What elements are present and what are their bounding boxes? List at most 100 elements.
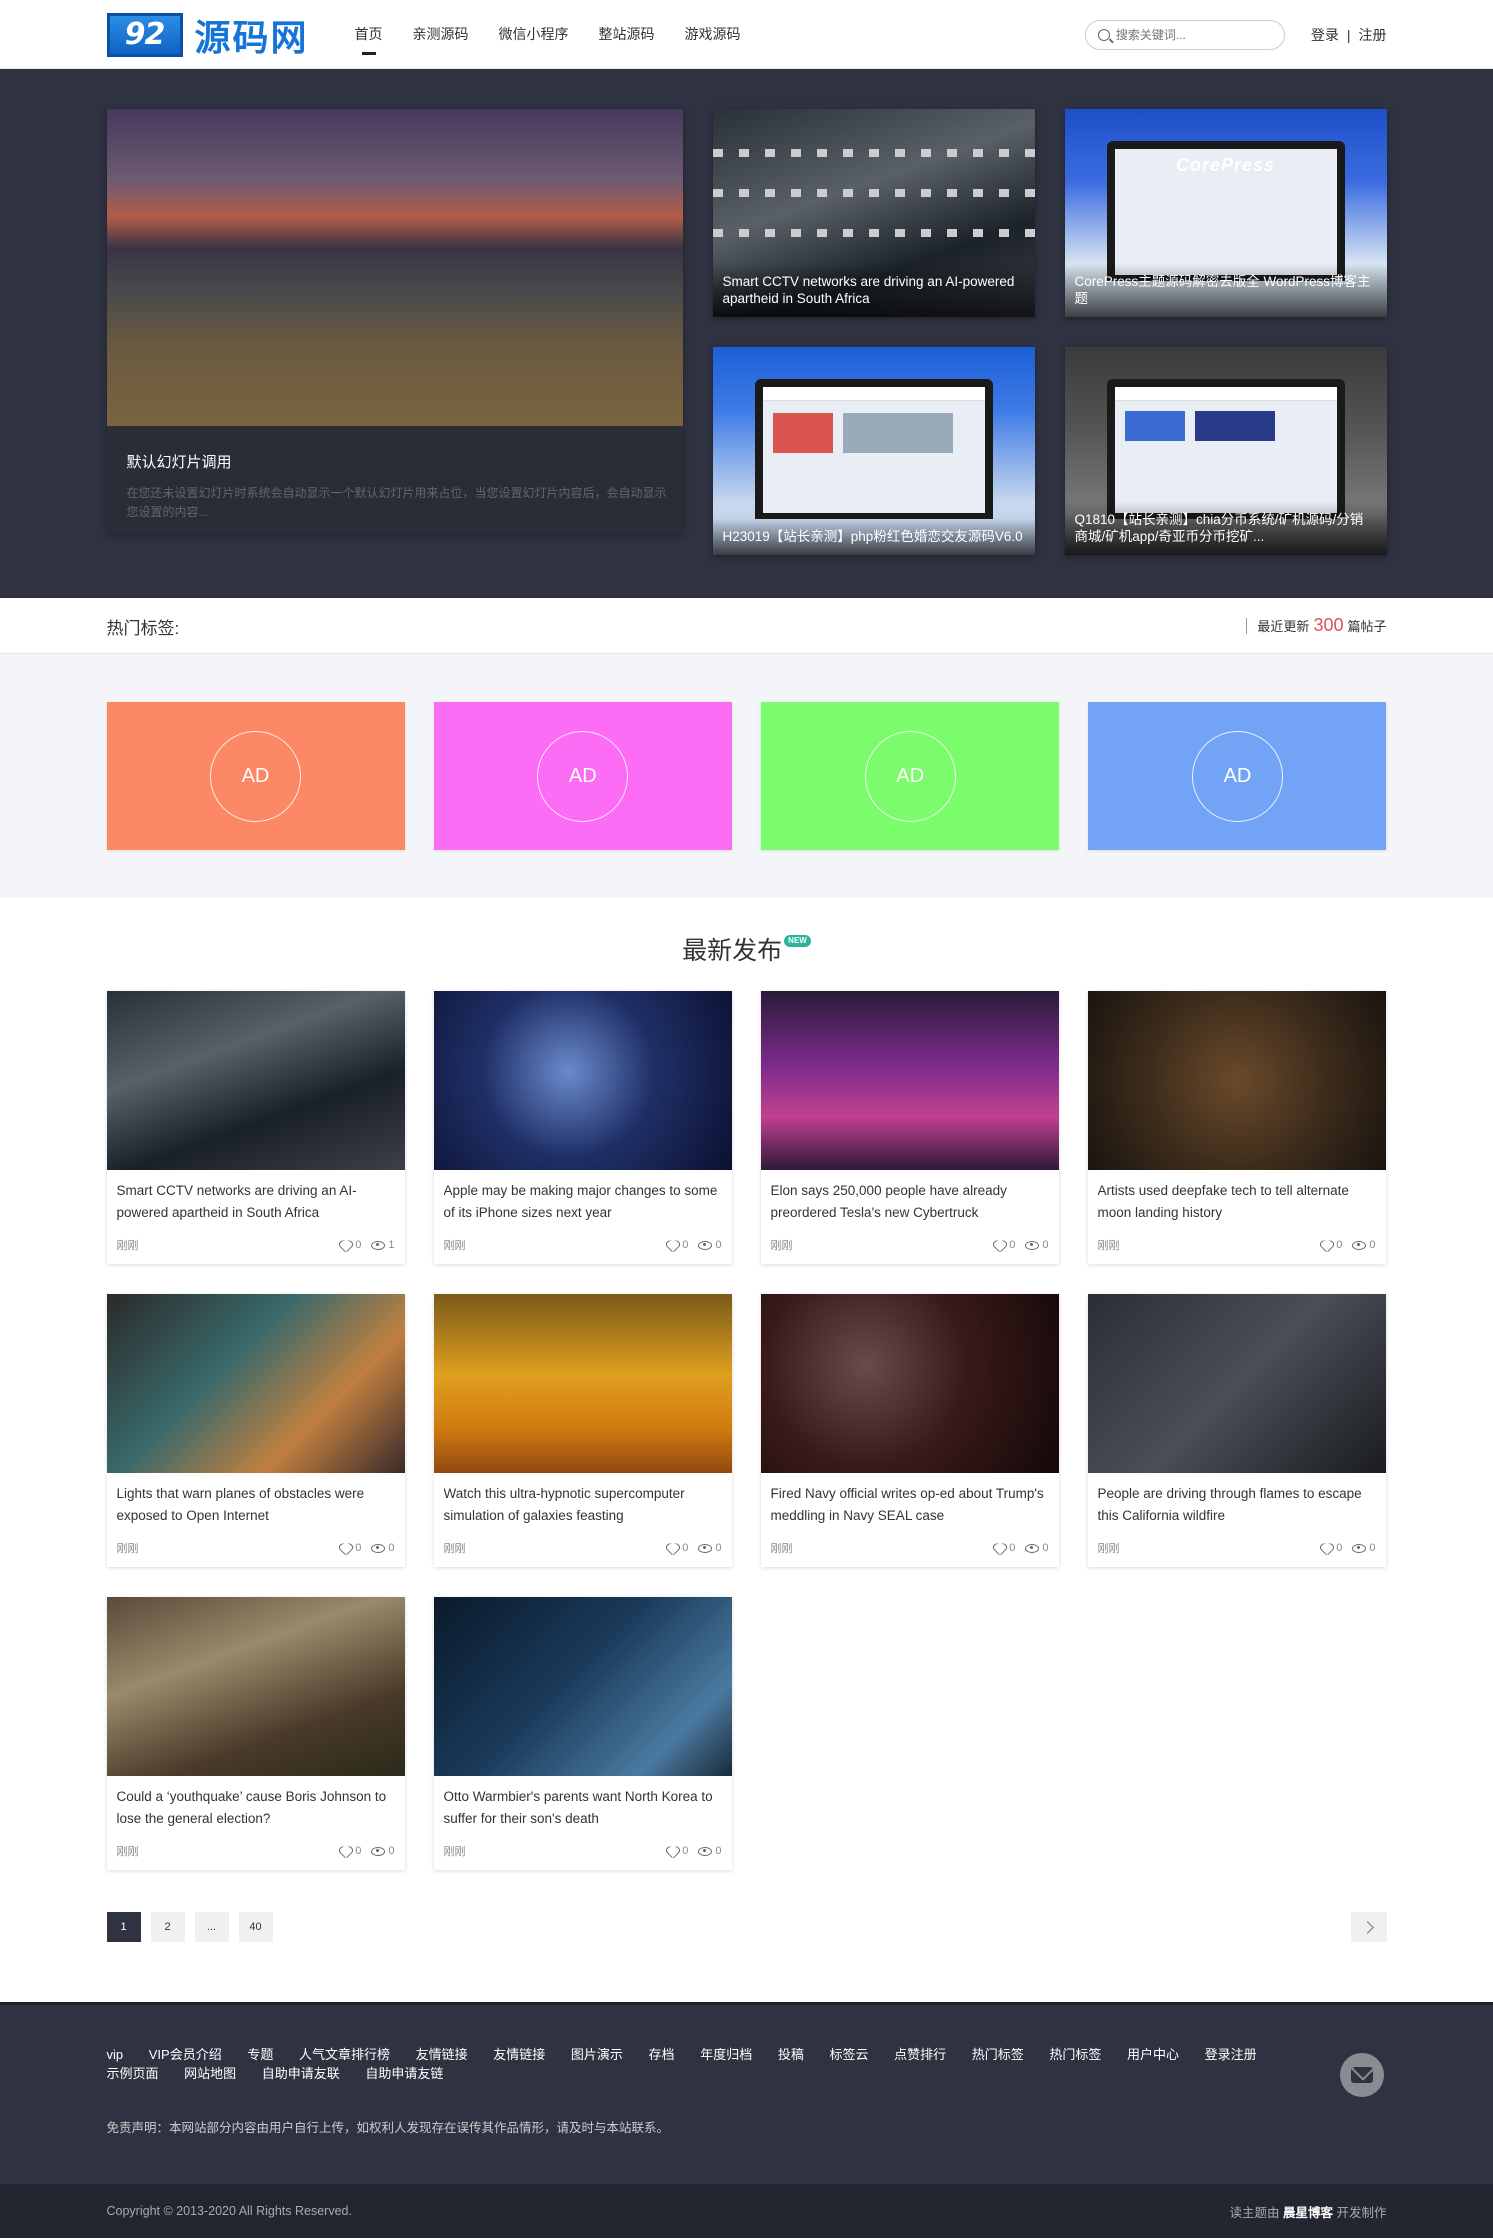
post-card[interactable]: Apple may be making major changes to som… bbox=[433, 991, 732, 1264]
post-card[interactable]: Artists used deepfake tech to tell alter… bbox=[1087, 991, 1386, 1264]
post-title[interactable]: Could a ‘youthquake’ cause Boris Johnson… bbox=[117, 1786, 395, 1830]
post-card[interactable]: People are driving through flames to esc… bbox=[1087, 1294, 1386, 1567]
post-title[interactable]: Smart CCTV networks are driving an AI-po… bbox=[117, 1180, 395, 1224]
post-time: 刚刚 bbox=[443, 1846, 466, 1858]
heart-icon[interactable] bbox=[1320, 1542, 1333, 1554]
post-thumbnail[interactable] bbox=[1087, 1294, 1386, 1473]
page-2[interactable]: 2 bbox=[150, 1912, 185, 1942]
post-title[interactable]: People are driving through flames to esc… bbox=[1098, 1483, 1376, 1527]
hero-card-caption: CorePress主题源码解密去版全 WordPress博客主题 bbox=[1064, 263, 1387, 317]
user-links: 登录 | 注册 bbox=[1311, 25, 1387, 45]
hero-card[interactable]: CorePress CorePress主题源码解密去版全 WordPress博客… bbox=[1064, 109, 1387, 317]
nav-item-game-source[interactable]: 游戏源码 bbox=[685, 0, 741, 69]
post-thumbnail[interactable] bbox=[433, 991, 732, 1170]
post-time: 刚刚 bbox=[770, 1240, 793, 1252]
post-meta: 刚刚 0 0 bbox=[771, 1237, 1049, 1253]
footer-link[interactable]: 标签云 bbox=[829, 2047, 868, 2062]
post-card[interactable]: Otto Warmbier's parents want North Korea… bbox=[433, 1597, 732, 1870]
footer-link[interactable]: 热门标签 bbox=[972, 2047, 1024, 2062]
post-thumbnail[interactable] bbox=[760, 991, 1059, 1170]
heart-icon[interactable] bbox=[339, 1239, 352, 1251]
heart-icon[interactable] bbox=[666, 1845, 679, 1857]
hero-card[interactable]: Q1810【站长亲测】chia分币系统/矿机源码/分销商城/矿机app/奇亚币分… bbox=[1064, 347, 1387, 555]
nav-item-tested-source[interactable]: 亲测源码 bbox=[413, 0, 469, 69]
hero-card[interactable]: Smart CCTV networks are driving an AI-po… bbox=[712, 109, 1035, 317]
footer-link[interactable]: 自助申请友联 bbox=[262, 2066, 340, 2081]
post-card[interactable]: Lights that warn planes of obstacles wer… bbox=[106, 1294, 405, 1567]
post-title[interactable]: Fired Navy official writes op-ed about T… bbox=[771, 1483, 1049, 1527]
heart-icon[interactable] bbox=[993, 1239, 1006, 1251]
footer-link[interactable]: 图片演示 bbox=[571, 2047, 623, 2062]
laptop-brand: CorePress bbox=[1175, 155, 1276, 175]
post-stats: 00 bbox=[993, 1542, 1048, 1554]
post-card[interactable]: Elon says 250,000 people have already pr… bbox=[760, 991, 1059, 1264]
footer-link[interactable]: 专题 bbox=[247, 2047, 273, 2062]
next-page-button[interactable] bbox=[1350, 1912, 1387, 1942]
ad-banner[interactable]: AD bbox=[433, 702, 732, 850]
post-title[interactable]: Apple may be making major changes to som… bbox=[444, 1180, 722, 1224]
search-box[interactable] bbox=[1084, 19, 1285, 50]
post-stats: 01 bbox=[339, 1239, 394, 1251]
theme-author-link[interactable]: 晨星博客 bbox=[1283, 2206, 1333, 2220]
post-card[interactable]: Smart CCTV networks are driving an AI-po… bbox=[106, 991, 405, 1264]
footer-link[interactable]: 存档 bbox=[649, 2047, 675, 2062]
footer-link[interactable]: 年度归档 bbox=[700, 2047, 752, 2062]
footer-link[interactable]: 友情链接 bbox=[493, 2047, 545, 2062]
hero-main-title[interactable]: 默认幻灯片调用 bbox=[127, 451, 663, 472]
contact-button[interactable] bbox=[1339, 2053, 1384, 2097]
footer-link[interactable]: 人气文章排行榜 bbox=[299, 2047, 390, 2062]
site-logo[interactable]: 92 源码网 bbox=[106, 9, 337, 61]
footer-link[interactable]: 投稿 bbox=[778, 2047, 804, 2062]
hero-card[interactable]: H23019【站长亲测】php粉红色婚恋交友源码V6.0 bbox=[712, 347, 1035, 555]
register-link[interactable]: 注册 bbox=[1359, 27, 1387, 43]
post-thumbnail[interactable] bbox=[433, 1597, 732, 1776]
post-thumbnail[interactable] bbox=[760, 1294, 1059, 1473]
footer-link[interactable]: 示例页面 bbox=[107, 2066, 159, 2081]
post-thumbnail[interactable] bbox=[433, 1294, 732, 1473]
post-meta: 刚刚 0 0 bbox=[771, 1540, 1049, 1556]
heart-icon[interactable] bbox=[1320, 1239, 1333, 1251]
nav-item-wechat-miniapp[interactable]: 微信小程序 bbox=[499, 0, 569, 69]
footer-link[interactable]: 热门标签 bbox=[1049, 2047, 1101, 2062]
search-icon[interactable] bbox=[1097, 28, 1110, 41]
post-card[interactable]: Watch this ultra-hypnotic supercomputer … bbox=[433, 1294, 732, 1567]
heart-icon[interactable] bbox=[339, 1845, 352, 1857]
heart-icon[interactable] bbox=[993, 1542, 1006, 1554]
post-title[interactable]: Otto Warmbier's parents want North Korea… bbox=[444, 1786, 722, 1830]
hot-tags-bar: 热门标签: 最近更新 300 篇帖子 bbox=[0, 598, 1493, 654]
post-thumbnail[interactable] bbox=[106, 991, 405, 1170]
footer-link[interactable]: 登录注册 bbox=[1205, 2047, 1257, 2062]
post-thumbnail[interactable] bbox=[106, 1597, 405, 1776]
ad-banner[interactable]: AD bbox=[761, 702, 1060, 850]
nav-item-full-site-source[interactable]: 整站源码 bbox=[599, 0, 655, 69]
new-badge: NEW bbox=[784, 935, 811, 947]
post-thumbnail[interactable] bbox=[106, 1294, 405, 1473]
nav-item-home[interactable]: 首页 bbox=[355, 0, 383, 69]
post-title[interactable]: Elon says 250,000 people have already pr… bbox=[771, 1180, 1049, 1224]
post-title[interactable]: Watch this ultra-hypnotic supercomputer … bbox=[444, 1483, 722, 1527]
heart-icon[interactable] bbox=[666, 1239, 679, 1251]
footer-link[interactable]: vip bbox=[107, 2047, 124, 2062]
login-link[interactable]: 登录 bbox=[1311, 27, 1339, 43]
logo-badge: 92 bbox=[106, 12, 183, 57]
ad-banner[interactable]: AD bbox=[1088, 702, 1387, 850]
post-thumbnail[interactable] bbox=[1087, 991, 1386, 1170]
footer-link[interactable]: 网站地图 bbox=[184, 2066, 236, 2081]
footer-link[interactable]: 用户中心 bbox=[1127, 2047, 1179, 2062]
ad-banner[interactable]: AD bbox=[106, 702, 405, 850]
post-card[interactable]: Could a ‘youthquake’ cause Boris Johnson… bbox=[106, 1597, 405, 1870]
page-40[interactable]: 40 bbox=[238, 1912, 273, 1942]
heart-icon[interactable] bbox=[339, 1542, 352, 1554]
footer-link[interactable]: VIP会员介绍 bbox=[149, 2047, 222, 2062]
search-input[interactable] bbox=[1115, 27, 1256, 42]
page-1[interactable]: 1 bbox=[106, 1912, 141, 1942]
post-title[interactable]: Artists used deepfake tech to tell alter… bbox=[1098, 1180, 1376, 1224]
post-card[interactable]: Fired Navy official writes op-ed about T… bbox=[760, 1294, 1059, 1567]
footer-link[interactable]: 自助申请友链 bbox=[365, 2066, 443, 2081]
post-title[interactable]: Lights that warn planes of obstacles wer… bbox=[117, 1483, 395, 1527]
post-grid: Smart CCTV networks are driving an AI-po… bbox=[106, 991, 1387, 1900]
footer-link[interactable]: 友情链接 bbox=[416, 2047, 468, 2062]
footer-link[interactable]: 点赞排行 bbox=[894, 2047, 946, 2062]
heart-icon[interactable] bbox=[666, 1542, 679, 1554]
hero-main-slide[interactable]: 默认幻灯片调用 在您还未设置幻灯片时系统会自动显示一个默认幻灯片用来占位，当您设… bbox=[106, 109, 683, 534]
